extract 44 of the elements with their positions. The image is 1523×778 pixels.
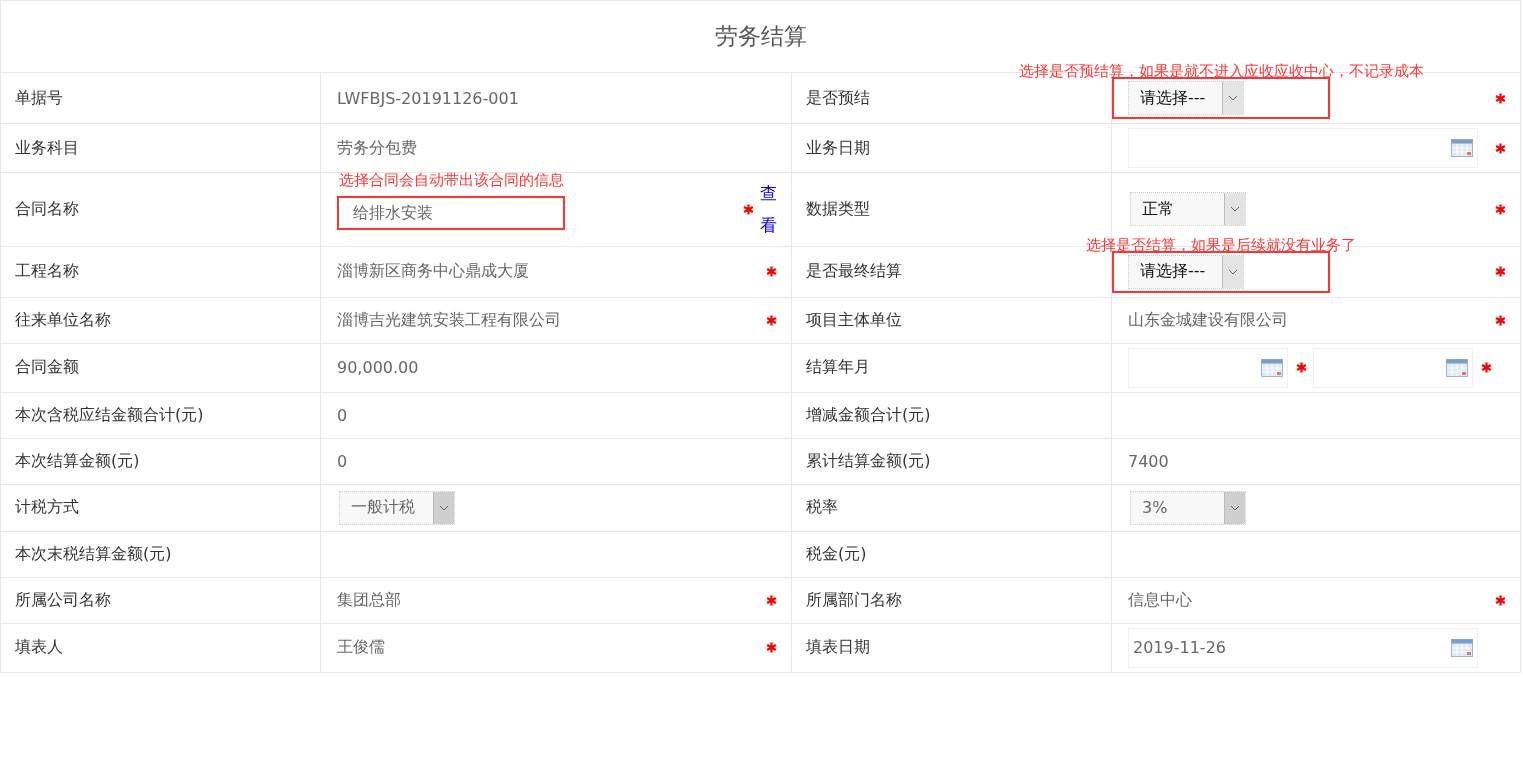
select-dropdown[interactable]: 正常: [1130, 192, 1246, 227]
field-label: 计税方式: [15, 497, 79, 517]
field-value: 淄博吉光建筑安装工程有限公司: [337, 309, 561, 331]
contract-field[interactable]: 给排水安装: [337, 196, 565, 231]
field-label: 是否最终结算: [806, 261, 902, 281]
field-label: 业务科目: [15, 137, 79, 157]
field-value: 淄博新区商务中心鼎成大厦: [337, 261, 529, 283]
field-label: 工程名称: [15, 261, 79, 281]
field-value: 0: [337, 451, 348, 471]
field-label: 本次结算金额(元): [15, 450, 140, 470]
select-dropdown[interactable]: 请选择---: [1128, 254, 1244, 289]
select-dropdown[interactable]: 请选择---: [1128, 81, 1244, 115]
field-label: 填表人: [15, 637, 63, 657]
field-label: 项目主体单位: [806, 309, 902, 329]
field-label: 数据类型: [806, 198, 870, 218]
field-label: 本次含税应结金额合计(元): [15, 404, 204, 424]
field-label: 是否预结: [806, 87, 870, 107]
field-value: LWFBJS-20191126-001: [337, 88, 519, 108]
field-label: 增减金额合计(元): [806, 404, 931, 424]
field-value: 劳务分包费: [337, 137, 417, 159]
field-label: 所属部门名称: [806, 589, 902, 609]
field-label: 税金(元): [806, 543, 867, 563]
field-label: 合同金额: [15, 357, 79, 377]
field-label: 往来单位名称: [15, 309, 111, 329]
field-label: 填表日期: [806, 637, 870, 657]
field-label: 本次末税结算金额(元): [15, 543, 172, 563]
form-title: 劳务结算: [714, 23, 807, 49]
annotation-note: 选择合同会自动带出该合同的信息: [338, 171, 564, 191]
field-label: 税率: [806, 497, 838, 517]
date-field[interactable]: 2019-11-26: [1128, 627, 1478, 668]
field-value: 信息中心: [1128, 589, 1192, 611]
field-label: 合同名称: [15, 198, 79, 218]
field-label: 结算年月: [806, 357, 870, 377]
field-value: 集团总部: [337, 589, 401, 611]
field-label: 业务日期: [806, 137, 870, 157]
field-label: 所属公司名称: [15, 589, 111, 609]
field-value: 90,000.00: [337, 358, 419, 378]
view-link[interactable]: 查看: [760, 177, 777, 242]
field-label: 累计结算金额(元): [806, 450, 931, 470]
field-value: 7400: [1128, 451, 1169, 471]
field-label: 单据号: [15, 87, 63, 107]
field-value: 山东金城建设有限公司: [1128, 309, 1288, 331]
field-value: 0: [337, 405, 348, 425]
field-value: 王俊儒: [337, 637, 385, 659]
